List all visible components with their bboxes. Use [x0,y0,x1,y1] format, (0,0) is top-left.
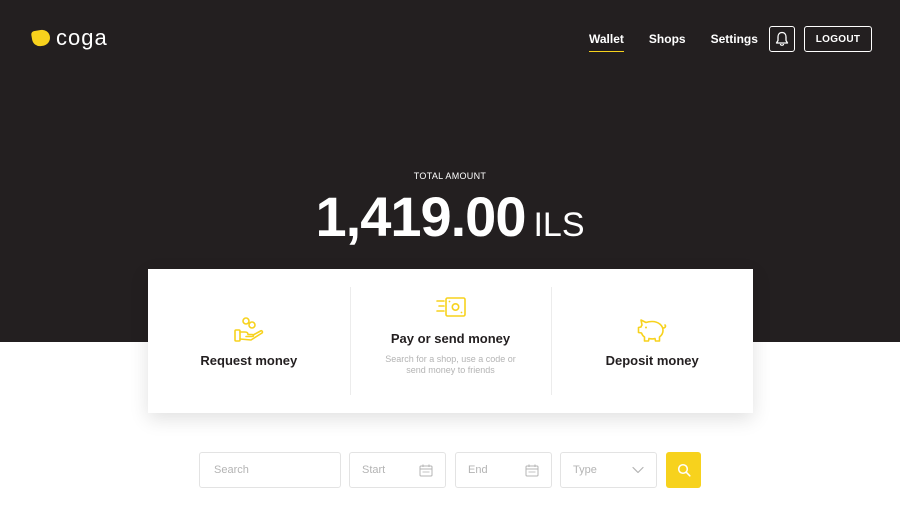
main-nav: Wallet Shops Settings [589,26,758,52]
deposit-money-action[interactable]: Deposit money [551,269,753,413]
search-field[interactable] [199,452,341,488]
pay-send-money-action[interactable]: Pay or send money Search for a shop, use… [349,269,552,413]
search-button[interactable] [666,452,701,488]
logo-mark [30,28,52,48]
hand-coins-icon [232,315,266,345]
pay-send-money-subtitle: Search for a shop, use a code or send mo… [385,354,516,375]
pay-send-money-title: Pay or send money [390,331,511,346]
type-placeholder: Type [573,464,597,476]
wallet-actions-card: Request money Pay or send money Search f… [148,269,753,413]
logo-text: coga [56,25,108,50]
notifications-button[interactable] [769,26,795,52]
end-date-placeholder: End [468,464,488,476]
logout-button[interactable]: LOGOUT [804,26,872,52]
search-icon [677,463,691,477]
total-amount: 1,419.00 ILS [0,184,900,249]
calendar-icon [419,464,433,476]
total-amount-label: TOTAL AMOUNT [413,171,487,181]
start-date-placeholder: Start [362,464,386,476]
cash-send-icon [434,293,468,323]
total-amount-currency: ILS [533,206,585,244]
total-amount-value: 1,419.00 [315,185,526,248]
calendar-icon [525,464,539,476]
end-date-field[interactable]: End [455,452,552,488]
chevron-down-icon [632,466,644,474]
deposit-money-title: Deposit money [605,352,699,368]
nav-settings[interactable]: Settings [711,32,758,46]
bell-icon [775,31,789,46]
request-money-action[interactable]: Request money [148,269,350,413]
request-money-title: Request money [200,352,298,368]
start-date-field[interactable]: Start [349,452,446,488]
type-select[interactable]: Type [560,452,657,488]
nav-shops[interactable]: Shops [649,32,686,46]
piggy-bank-icon [635,315,669,345]
nav-wallet[interactable]: Wallet [589,32,624,52]
logo[interactable]: coga [30,25,108,50]
search-input[interactable] [212,463,328,477]
